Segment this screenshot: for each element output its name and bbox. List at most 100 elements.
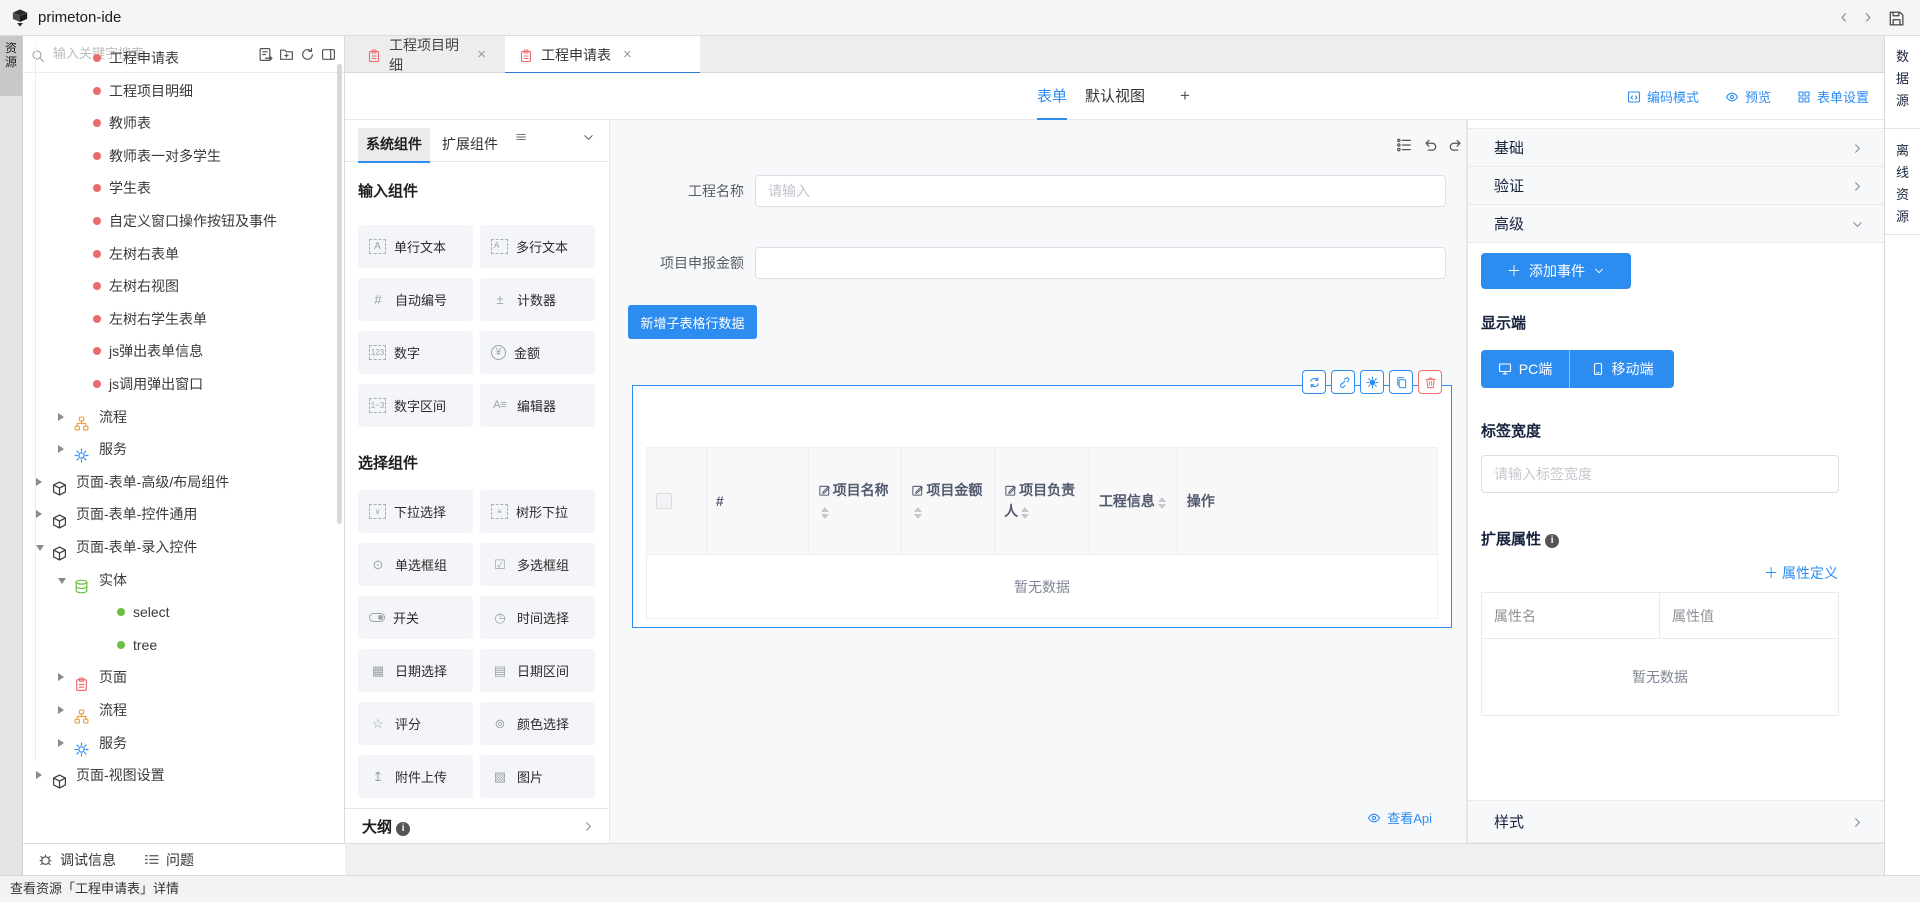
palette-item-checkbox-group[interactable]: ☑多选框组: [480, 543, 595, 586]
palette-item-number[interactable]: 123数字: [358, 331, 473, 374]
palette-item-text-multi[interactable]: A多行文本: [480, 225, 595, 268]
tree-item[interactable]: js调用弹出窗口: [23, 369, 344, 399]
palette-collapse-icon[interactable]: [582, 129, 595, 147]
tree-item[interactable]: 实体: [23, 565, 344, 595]
editor-tab[interactable]: 工程申请表×: [505, 36, 700, 73]
tree-item[interactable]: 左树右表单: [23, 239, 344, 269]
dock-item[interactable]: 数据源: [1885, 46, 1920, 112]
close-tab-icon[interactable]: ×: [623, 46, 632, 63]
tree-item[interactable]: 服务: [23, 434, 344, 464]
subtable-gear-button[interactable]: [1360, 370, 1384, 394]
pc-target-button[interactable]: PC端: [1481, 350, 1569, 388]
palette-item-radio-group[interactable]: ⊙单选框组: [358, 543, 473, 586]
expand-arrow-icon[interactable]: [58, 706, 64, 714]
palette-item-editor[interactable]: A≡编辑器: [480, 384, 595, 427]
tree-item[interactable]: 页面-表单-录入控件: [23, 532, 344, 562]
outline-row[interactable]: 大纲 i: [345, 808, 609, 843]
sort-icon[interactable]: [821, 507, 829, 519]
palette-item-number-range[interactable]: 1~3数字区间: [358, 384, 473, 427]
palette-tab[interactable]: 系统组件: [358, 128, 430, 162]
palette-item-date[interactable]: ▦日期选择: [358, 649, 473, 692]
expand-arrow-icon[interactable]: [58, 739, 64, 747]
close-tab-icon[interactable]: ×: [477, 46, 486, 63]
tree-item[interactable]: 工程项目明细: [23, 76, 344, 106]
tree-item[interactable]: 页面-视图设置: [23, 760, 344, 774]
expand-arrow-icon[interactable]: [58, 673, 64, 681]
bottom-tab-debug[interactable]: 调试信息: [38, 850, 116, 870]
action-code[interactable]: 编码模式: [1627, 87, 1699, 106]
property-define-link[interactable]: ＋ 属性定义: [1764, 563, 1838, 583]
palette-item-text-single[interactable]: A单行文本: [358, 225, 473, 268]
palette-item-counter[interactable]: ±计数器: [480, 278, 595, 321]
tree-item[interactable]: 教师表: [23, 108, 344, 138]
declared-amount-input[interactable]: [755, 247, 1446, 279]
add-view-button[interactable]: +: [1180, 73, 1190, 119]
select-all-checkbox[interactable]: [656, 493, 672, 509]
action-grid[interactable]: 表单设置: [1797, 87, 1869, 106]
redo-icon[interactable]: [1448, 136, 1464, 154]
palette-item-date-range[interactable]: ▤日期区间: [480, 649, 595, 692]
palette-item-select[interactable]: ∨下拉选择: [358, 490, 473, 533]
palette-item-color[interactable]: ⊚颜色选择: [480, 702, 595, 745]
expand-arrow-icon[interactable]: [36, 510, 42, 518]
tree-item[interactable]: 服务: [23, 728, 344, 758]
palette-tab[interactable]: 扩展组件: [434, 128, 506, 162]
inspector-section-header[interactable]: 高级: [1468, 205, 1884, 243]
expand-arrow-icon[interactable]: [36, 771, 42, 774]
sort-icon[interactable]: [914, 507, 922, 519]
expand-arrow-icon[interactable]: [58, 413, 64, 421]
tree-item[interactable]: 页面-表单-高级/布局组件: [23, 467, 344, 497]
subtable-copy-button[interactable]: [1389, 370, 1413, 394]
tree-item[interactable]: 教师表一对多学生: [23, 141, 344, 171]
tree-item[interactable]: 页面: [23, 662, 344, 692]
add-event-button[interactable]: ＋ 添加事件: [1481, 253, 1631, 289]
tree-item[interactable]: 学生表: [23, 173, 344, 203]
tree-item[interactable]: 页面-表单-控件通用: [23, 499, 344, 529]
expand-arrow-icon[interactable]: [58, 445, 64, 453]
view-tab[interactable]: 默认视图: [1085, 73, 1145, 120]
palette-item-upload[interactable]: ↥附件上传: [358, 755, 473, 798]
subtable-sync-button[interactable]: [1302, 370, 1326, 394]
tree-item[interactable]: 左树右视图: [23, 271, 344, 301]
palette-item-time[interactable]: ◷时间选择: [480, 596, 595, 639]
tree-item[interactable]: 左树右学生表单: [23, 304, 344, 334]
tree-item[interactable]: select: [23, 597, 344, 627]
add-subtable-row-button[interactable]: 新增子表格行数据: [628, 305, 757, 339]
palette-item-rate[interactable]: ☆评分: [358, 702, 473, 745]
label-width-input[interactable]: [1481, 455, 1839, 493]
palette-item-auto-number[interactable]: #自动编号: [358, 278, 473, 321]
subtable-trash-button[interactable]: [1418, 370, 1442, 394]
save-icon[interactable]: [1888, 9, 1904, 27]
palette-item-currency[interactable]: ¥金额: [480, 331, 595, 374]
sort-icon[interactable]: [1021, 507, 1029, 519]
view-tab[interactable]: 表单: [1037, 73, 1067, 120]
action-eye[interactable]: 预览: [1725, 87, 1771, 106]
tree-item[interactable]: js弹出表单信息: [23, 336, 344, 366]
inspector-section-header[interactable]: 基础: [1468, 129, 1884, 167]
tree-item[interactable]: tree: [23, 630, 344, 660]
expand-arrow-icon[interactable]: [58, 578, 66, 584]
editor-tab[interactable]: 工程项目明细×: [353, 36, 500, 73]
tree-item[interactable]: 自定义窗口操作按钮及事件: [23, 206, 344, 236]
project-name-input[interactable]: [755, 175, 1446, 207]
tree-item[interactable]: 工程申请表: [23, 43, 344, 73]
nav-forward-button[interactable]: ›: [1858, 0, 1878, 34]
expand-arrow-icon[interactable]: [36, 478, 42, 486]
subtable-widget[interactable]: #项目名称项目金额项目负责人工程信息操作 暂无数据: [632, 385, 1452, 628]
activity-item-resources[interactable]: 资源: [0, 36, 22, 96]
outline-list-icon[interactable]: [1396, 136, 1412, 154]
palette-item-image[interactable]: ▧图片: [480, 755, 595, 798]
expand-arrow-icon[interactable]: [36, 545, 44, 551]
view-api-link[interactable]: 查看Api: [1367, 808, 1432, 827]
tree-item[interactable]: 流程: [23, 402, 344, 432]
dock-item[interactable]: 离线资源: [1885, 140, 1920, 228]
inspector-section-header[interactable]: 验证: [1468, 167, 1884, 205]
mobile-target-button[interactable]: 移动端: [1569, 350, 1674, 388]
palette-menu-icon[interactable]: [515, 128, 527, 146]
palette-item-tree-select[interactable]: ≡树形下拉: [480, 490, 595, 533]
palette-item-switch[interactable]: 开关: [358, 596, 473, 639]
nav-back-button[interactable]: ‹: [1834, 0, 1854, 34]
subtable-link-button[interactable]: [1331, 370, 1355, 394]
sort-icon[interactable]: [1158, 497, 1166, 509]
undo-icon[interactable]: [1422, 136, 1438, 154]
